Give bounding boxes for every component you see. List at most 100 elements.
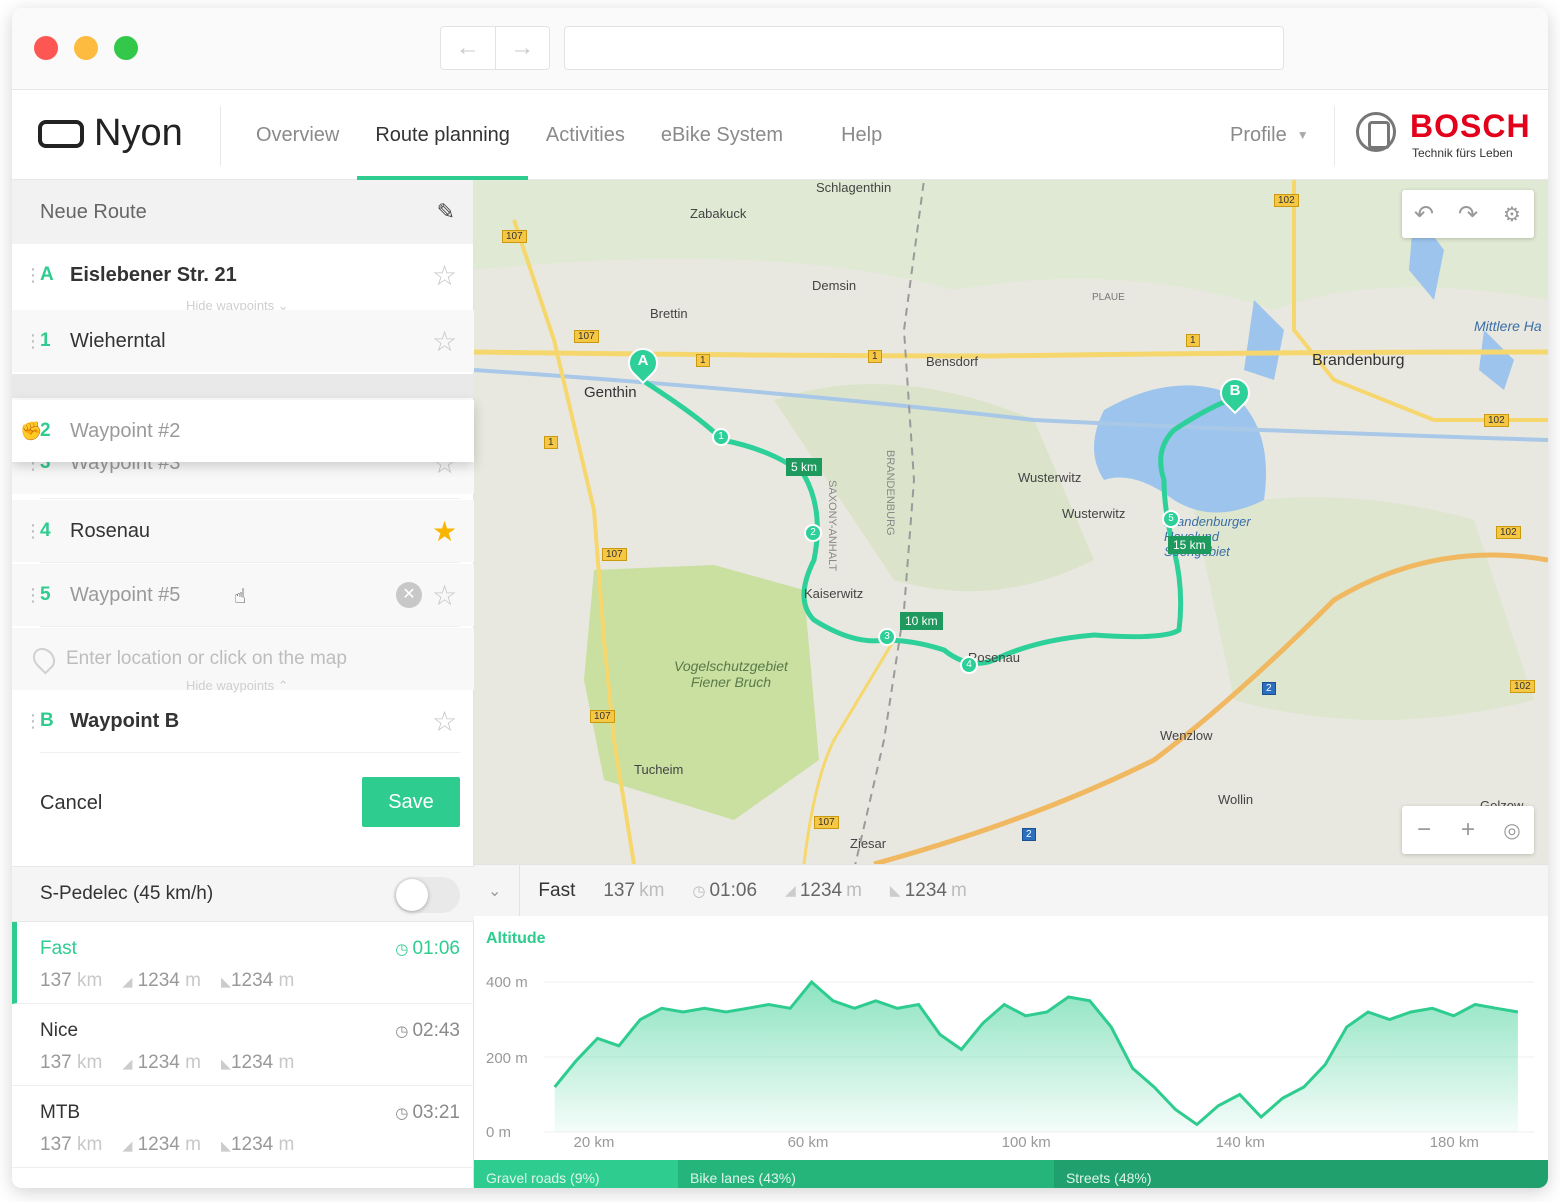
drag-handle-icon[interactable]: ⋮: [24, 265, 42, 286]
star-icon[interactable]: ☆: [432, 705, 457, 738]
ascent-value: 1234: [137, 970, 180, 991]
pointer-cursor-icon: ☝: [234, 586, 247, 608]
unit: m: [278, 1052, 295, 1073]
map-place-label: Kaiserwitz: [804, 586, 864, 601]
pencil-icon[interactable]: ✎: [437, 199, 455, 225]
waypoint-1[interactable]: ⋮ 1 Wieherntal ☆: [12, 310, 474, 372]
waypoint-end[interactable]: ⋮ B Waypoint B ☆: [12, 690, 474, 752]
ascent-icon: ◢: [785, 882, 796, 898]
clear-icon[interactable]: ✕: [396, 582, 422, 608]
waypoint-marker[interactable]: 4: [960, 656, 978, 674]
x-tick-label: 180 km: [1429, 1134, 1479, 1151]
map-place-label: Genthin: [584, 384, 637, 401]
profile-stats: 137 km ◢ 1234 m ◣1234 m: [40, 1134, 294, 1156]
zoom-out-icon[interactable]: −: [1402, 816, 1446, 844]
nyon-logo-icon: [38, 119, 84, 148]
cancel-button[interactable]: Cancel: [40, 792, 102, 815]
ascent-icon: ◢: [122, 1056, 133, 1071]
drag-handle-icon[interactable]: ⋮: [24, 521, 42, 542]
profile-name: Nice: [40, 1020, 79, 1041]
waypoint-marker[interactable]: 1: [712, 428, 730, 446]
park-label: Vogelschutzgebiet Fiener Bruch: [674, 658, 788, 690]
surface-segment[interactable]: Gravel roads (9%): [474, 1160, 679, 1188]
star-icon[interactable]: ☆: [432, 325, 457, 358]
map-place-label: Ziesar: [850, 836, 887, 851]
nyon-logo[interactable]: Nyon: [38, 112, 183, 155]
waypoint-letter: 2: [40, 420, 51, 441]
nav-link-ebike-system[interactable]: eBike System: [643, 90, 801, 180]
x-tick-label: 60 km: [787, 1134, 829, 1151]
route-title[interactable]: Neue Route: [40, 201, 147, 224]
unit: km: [76, 970, 103, 991]
redo-icon[interactable]: ↷: [1446, 200, 1490, 229]
map-place-label: Wenzlow: [1160, 728, 1213, 743]
map-place-label: Wollin: [1218, 792, 1254, 807]
waypoint-marker[interactable]: 5: [1162, 510, 1180, 528]
divider: [40, 562, 460, 563]
star-icon[interactable]: ☆: [432, 579, 457, 612]
nav-link-overview[interactable]: Overview: [238, 90, 357, 180]
app-navigation: Nyon Overview Route planning Activities eBi…: [12, 90, 1548, 180]
star-filled-icon[interactable]: ★: [432, 515, 457, 548]
road-number: 107: [814, 816, 839, 829]
grab-hand-icon: ✊: [20, 420, 42, 441]
nav-link-help[interactable]: Help: [823, 90, 900, 180]
altitude-chart[interactable]: Altitude 400 m 200 m 0 m 20 km 60 km 100 k…: [474, 916, 1548, 1160]
chevron-down-icon[interactable]: ⌄: [488, 881, 501, 901]
route-marker-end[interactable]: B: [1213, 371, 1257, 415]
road-number: 102: [1484, 414, 1509, 427]
waypoint-2-dragging[interactable]: ✊ 2 Waypoint #2: [12, 400, 474, 462]
ascent-icon: ◢: [122, 1138, 133, 1153]
bosch-armature-icon: [1356, 112, 1396, 152]
unit: km: [639, 879, 665, 901]
route-marker-start[interactable]: A: [621, 341, 665, 385]
gear-icon[interactable]: ⚙: [1490, 202, 1534, 227]
route-profile-fast[interactable]: Fast ◷ 01:06 137 km ◢ 1234 m ◣1234 m: [12, 922, 474, 1004]
waypoint-start[interactable]: ⋮ A Eislebener Str. 21 ☆: [12, 244, 474, 306]
profile-time: ◷ 03:21: [395, 1102, 460, 1124]
surface-segment[interactable]: Bike lanes (43%): [678, 1160, 1054, 1188]
drag-handle-icon[interactable]: ⋮: [24, 711, 42, 732]
time-value: 02:43: [412, 1020, 460, 1041]
route-map[interactable]: Schlagenthin Zabakuck Demsin Brettin Gen…: [474, 180, 1548, 864]
waypoint-marker[interactable]: 2: [804, 524, 822, 542]
waypoint-name: Wieherntal: [70, 329, 166, 352]
drag-handle-icon[interactable]: ⋮: [24, 331, 42, 352]
surface-segment[interactable]: Streets (48%): [1053, 1160, 1548, 1188]
unit: m: [185, 1052, 201, 1073]
distance-value: 137: [603, 879, 636, 901]
drag-handle-icon[interactable]: ⋮: [24, 585, 42, 606]
browser-window: ← → Nyon Overview Route planning Activitie…: [12, 8, 1548, 1188]
descent: ◣1234 m: [221, 970, 294, 992]
divider: [40, 752, 460, 753]
route-profile-mtb[interactable]: MTB ◷ 03:21 137 km ◢ 1234 m ◣1234 m: [12, 1086, 474, 1168]
waypoint-marker[interactable]: 3: [878, 628, 896, 646]
descent-value: 1234: [230, 1052, 274, 1073]
profile-name: MTB: [40, 1102, 81, 1123]
undo-icon[interactable]: ↶: [1402, 200, 1446, 229]
waypoint-4[interactable]: ⋮ 4 Rosenau ★: [12, 500, 474, 562]
save-button[interactable]: Save: [362, 777, 460, 827]
road-number: 1: [696, 354, 710, 367]
spedelec-toggle[interactable]: [394, 877, 460, 913]
arrow-left-icon[interactable]: ←: [441, 27, 496, 69]
locate-icon[interactable]: ◎: [1490, 818, 1534, 843]
time-value: 01:06: [412, 938, 460, 959]
unit: m: [950, 879, 967, 901]
zoom-in-icon[interactable]: +: [1446, 816, 1490, 844]
profile-menu[interactable]: Profile ▼: [1230, 90, 1309, 180]
x-tick-label: 20 km: [573, 1134, 615, 1151]
maximize-window-button[interactable]: [114, 36, 138, 60]
arrow-right-icon[interactable]: →: [496, 27, 550, 69]
profile-time: ◷ 01:06: [395, 938, 460, 960]
waypoint-name: Waypoint #5: [70, 583, 181, 606]
minimize-window-button[interactable]: [74, 36, 98, 60]
nav-link-route-planning[interactable]: Route planning: [357, 90, 528, 180]
waypoint-name: Waypoint #2: [70, 419, 181, 442]
nav-link-activities[interactable]: Activities: [528, 90, 643, 180]
waypoint-5[interactable]: ⋮ 5 Waypoint #5 ☝ ✕ ☆: [12, 564, 474, 626]
close-window-button[interactable]: [34, 36, 58, 60]
route-profile-nice[interactable]: Nice ◷ 02:43 137 km ◢ 1234 m ◣1234 m: [12, 1004, 474, 1086]
star-icon[interactable]: ☆: [432, 259, 457, 292]
url-bar[interactable]: [564, 26, 1284, 70]
